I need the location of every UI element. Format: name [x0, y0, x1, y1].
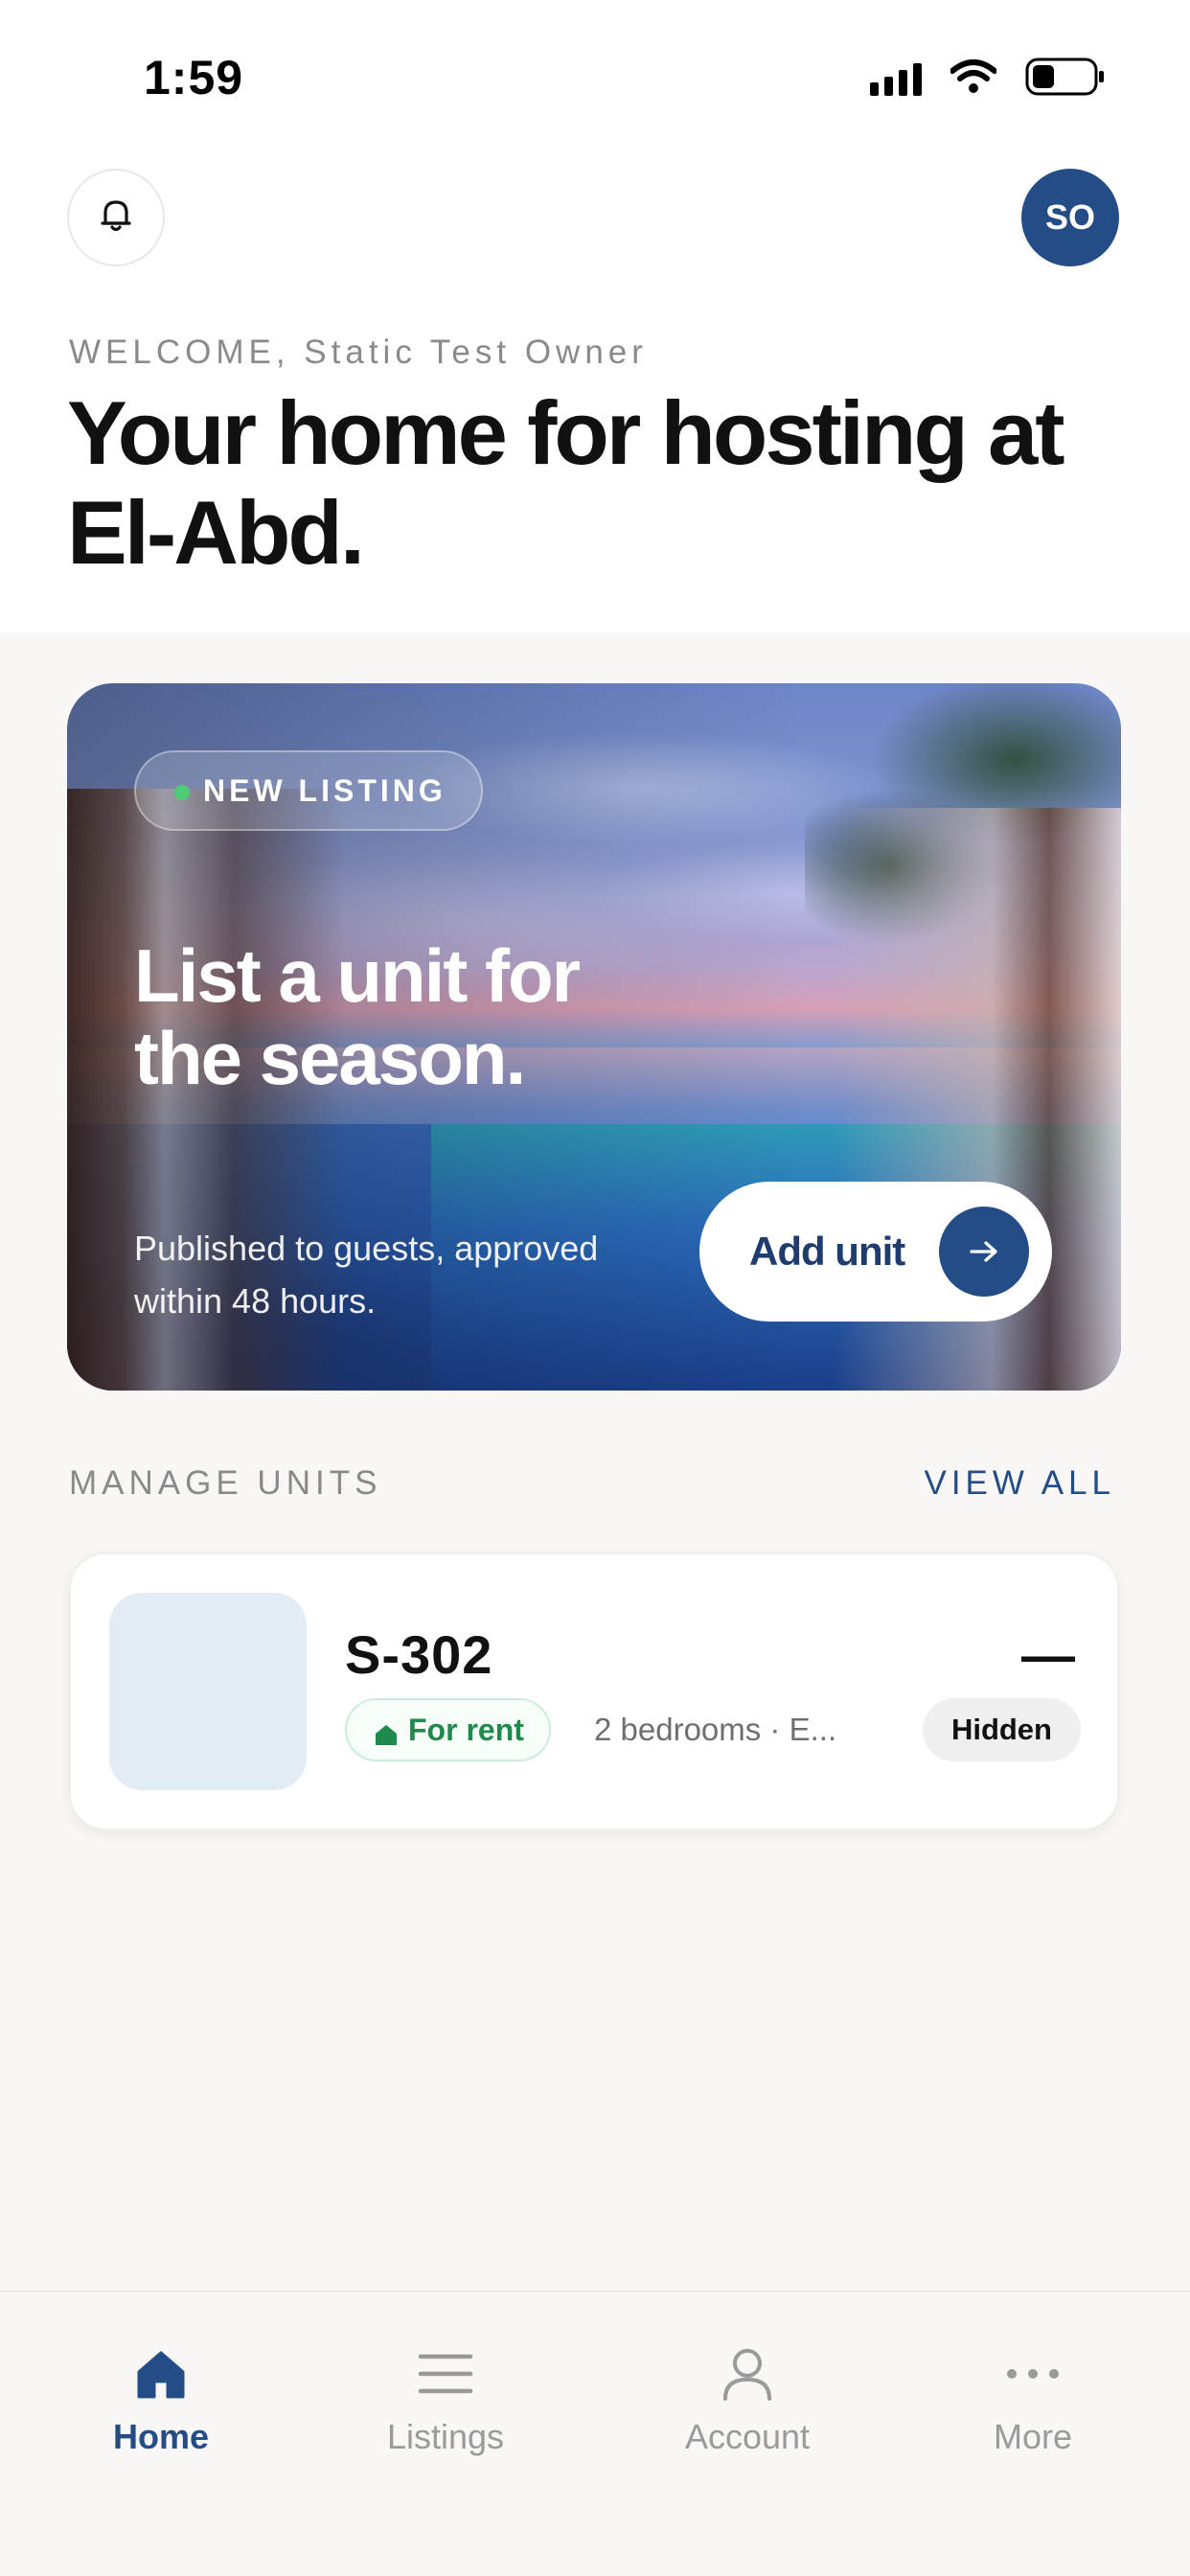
for-rent-label: For rent: [408, 1712, 524, 1747]
new-listing-chip: NEW LISTING: [134, 750, 483, 831]
add-unit-label: Add unit: [749, 1229, 905, 1274]
hero-title: List a unit for the season.: [134, 933, 581, 1100]
status-icons: [870, 58, 1106, 96]
new-listing-hero-card: NEW LISTING List a unit for the season. …: [67, 683, 1121, 1391]
tab-more[interactable]: More: [908, 2340, 1157, 2484]
home-icon: [374, 1719, 399, 1755]
page-title: Your home for hosting at El-Abd.: [67, 382, 1065, 583]
status-bar: 1:59: [0, 0, 1190, 144]
header: SO WELCOME, Static Test Owner Your home …: [0, 144, 1190, 632]
notifications-button[interactable]: [67, 169, 165, 266]
unit-thumbnail: [109, 1593, 307, 1790]
unit-status-value: —: [1021, 1624, 1075, 1685]
status-time: 1:59: [144, 51, 244, 104]
tab-account-label: Account: [684, 2417, 811, 2456]
for-rent-badge: For rent: [345, 1698, 551, 1761]
bell-icon: [100, 197, 132, 239]
list-icon: [418, 2340, 473, 2407]
cellular-signal-icon: [870, 58, 922, 96]
avatar[interactable]: SO: [1021, 169, 1119, 266]
person-icon: [721, 2340, 774, 2407]
manage-units-heading: MANAGE UNITS: [69, 1464, 382, 1502]
hero-subtitle: Published to guests, approved within 48 …: [134, 1229, 599, 1321]
status-dot-icon: [174, 785, 190, 800]
add-unit-button[interactable]: Add unit: [699, 1182, 1052, 1322]
arrow-right-icon: [939, 1207, 1029, 1297]
battery-icon: [1025, 58, 1106, 96]
view-all-link[interactable]: VIEW ALL: [924, 1464, 1115, 1503]
unit-card[interactable]: S-302 — For rent 2 bedrooms · E... Hidde…: [69, 1552, 1119, 1830]
visibility-badge: Hidden: [922, 1698, 1081, 1761]
welcome-label: WELCOME, Static Test Owner: [69, 334, 648, 371]
tab-account[interactable]: Account: [623, 2340, 872, 2484]
main-content: NEW LISTING List a unit for the season. …: [0, 632, 1190, 2290]
tab-bar: Home Listings Account More: [0, 2290, 1190, 2576]
home-icon: [134, 2340, 188, 2407]
tab-listings[interactable]: Listings: [321, 2340, 570, 2484]
tab-more-label: More: [993, 2417, 1073, 2456]
unit-code: S-302: [345, 1624, 493, 1685]
unit-meta: 2 bedrooms · E...: [594, 1712, 837, 1747]
tab-home[interactable]: Home: [36, 2340, 286, 2484]
tab-home-label: Home: [112, 2417, 210, 2456]
wifi-icon: [950, 59, 996, 94]
new-listing-chip-label: NEW LISTING: [203, 772, 446, 808]
tab-listings-label: Listings: [386, 2417, 505, 2456]
home-screen: 1:59 SO WELCOME, Static Test Owner Your …: [0, 0, 1190, 2576]
more-icon: [1005, 2340, 1061, 2407]
